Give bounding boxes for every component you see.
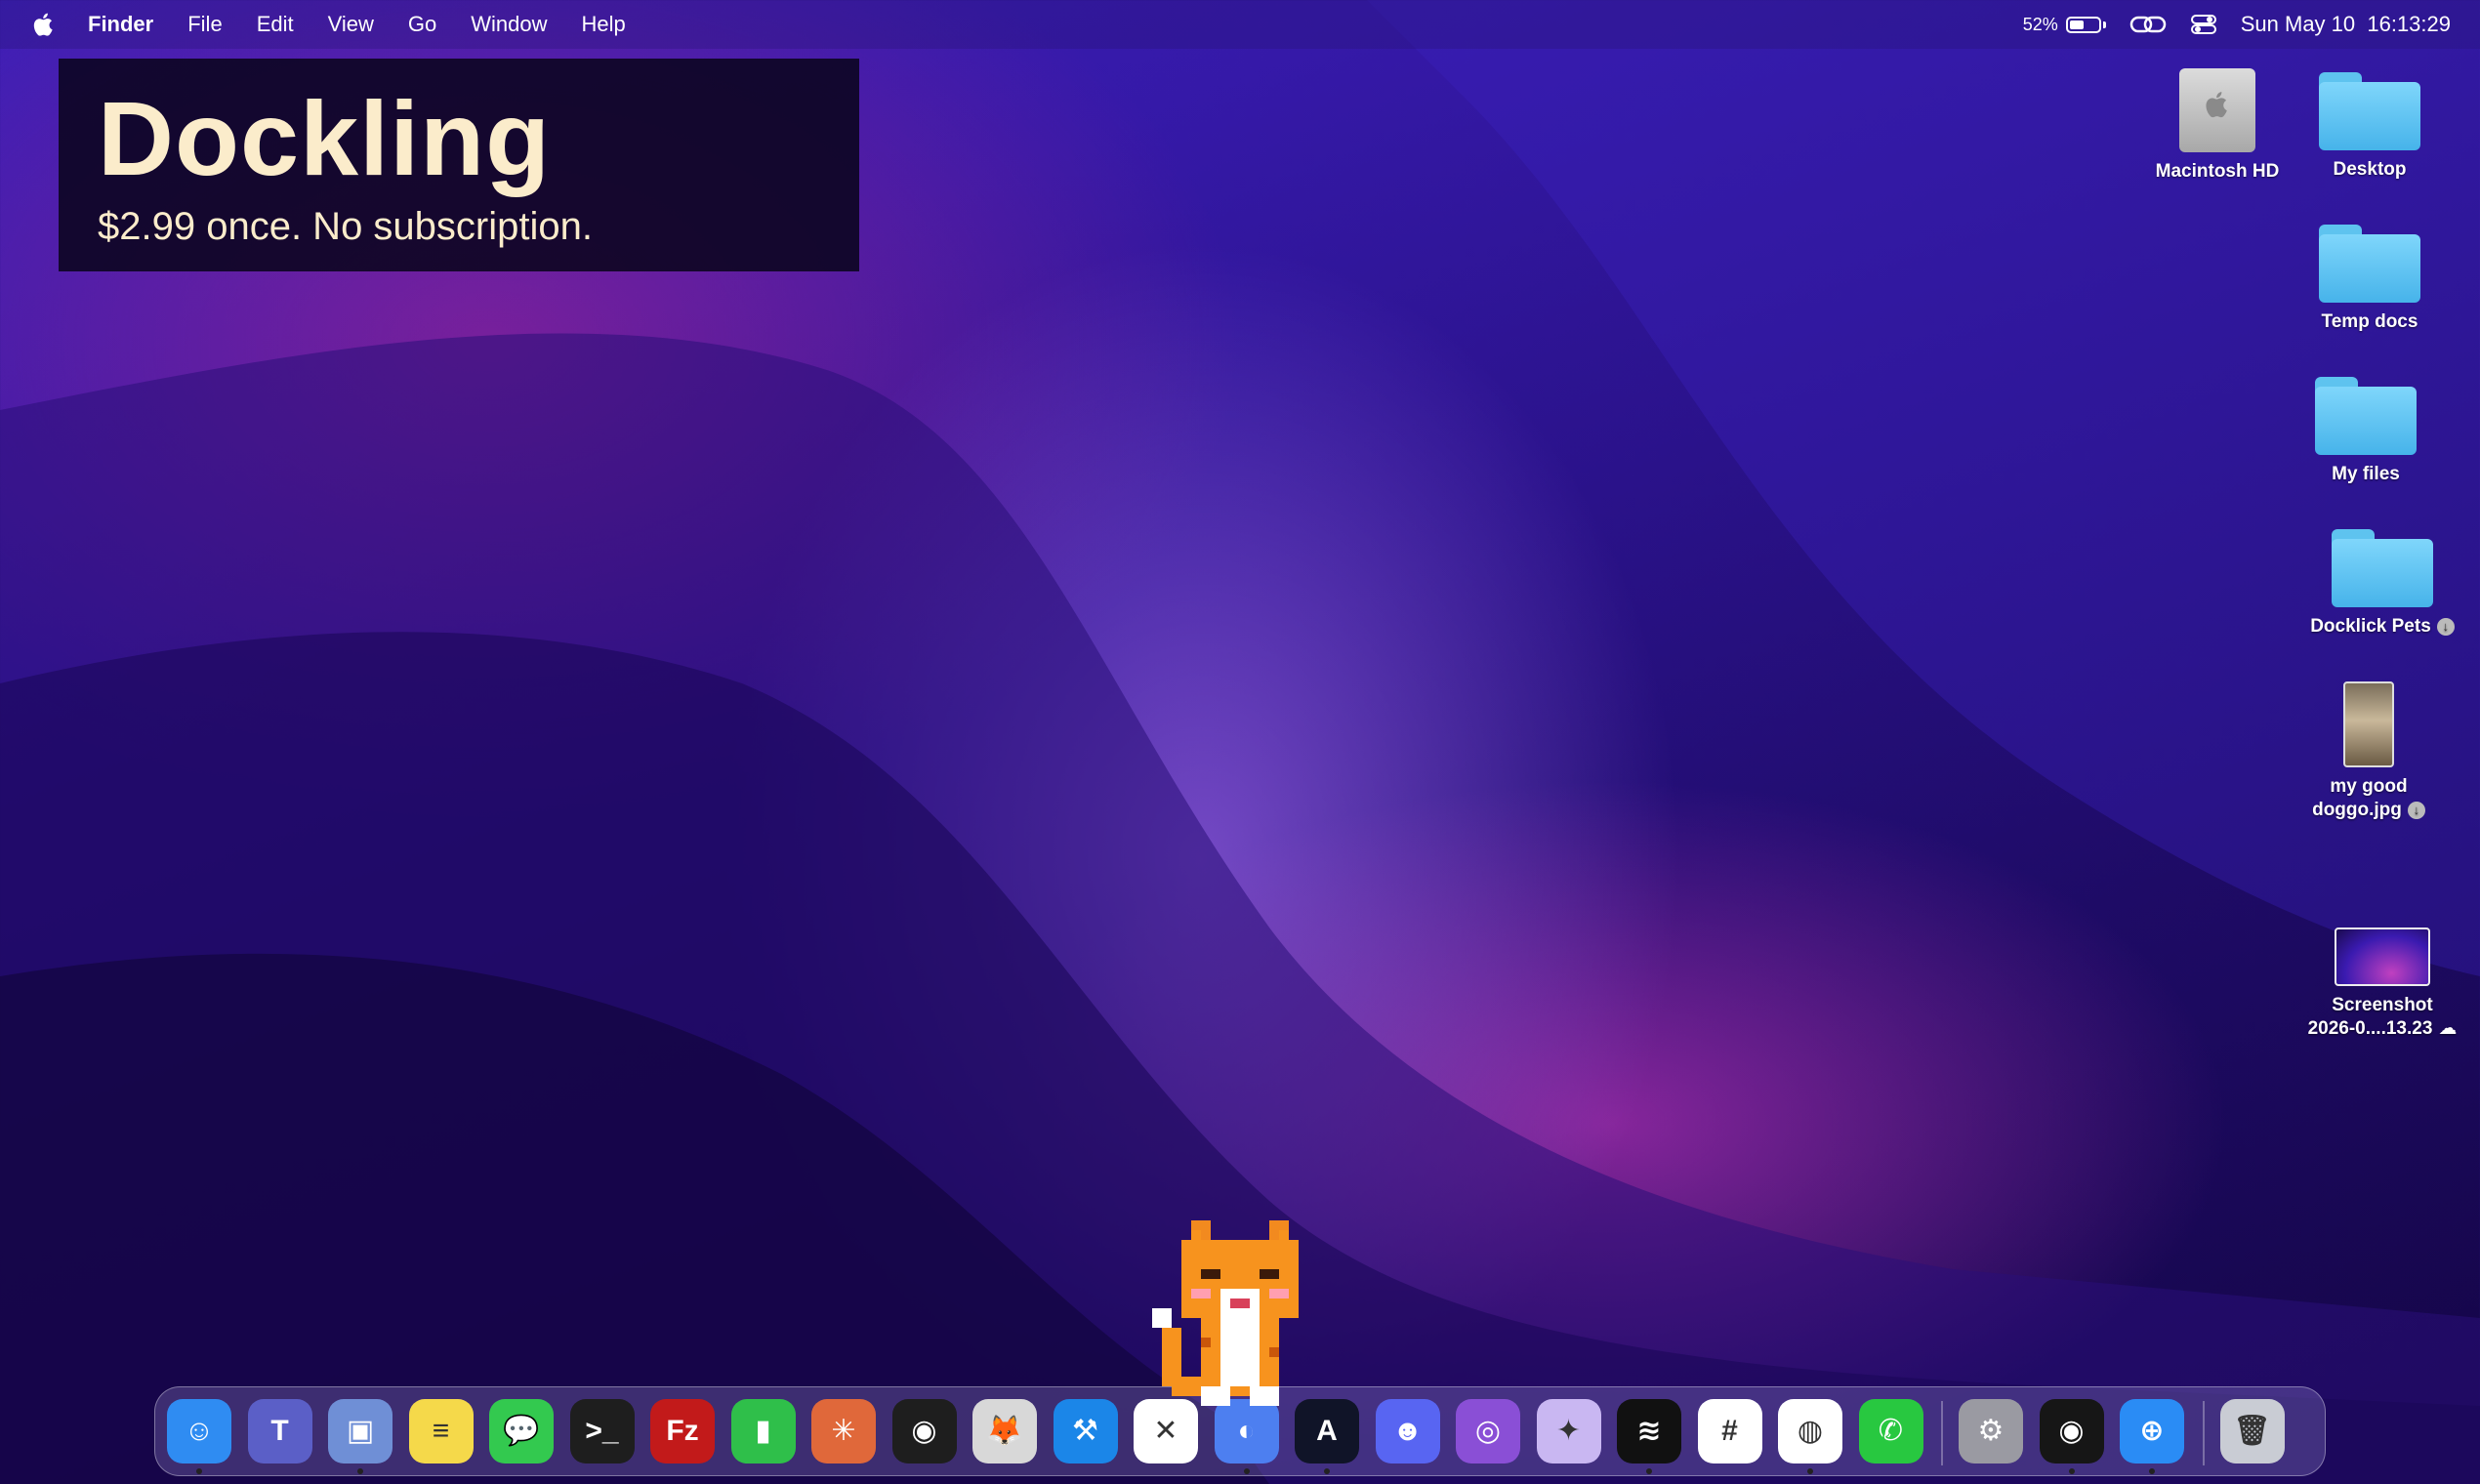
desktop-icon-label: My files bbox=[2332, 464, 2400, 484]
hard-drive-icon bbox=[2179, 68, 2255, 152]
battery-status[interactable]: 52% bbox=[2023, 15, 2106, 35]
folder-icon bbox=[2315, 377, 2417, 455]
numbers-app-icon[interactable]: ▮ bbox=[730, 1399, 796, 1463]
dock-app-glyph: ◍ bbox=[1797, 1415, 1824, 1447]
desktop-icon-label: Temp docs bbox=[2321, 311, 2418, 332]
teams-app-icon[interactable]: T bbox=[247, 1399, 312, 1463]
desktop-icon-desktop[interactable]: Desktop bbox=[2277, 72, 2462, 182]
dock-app-glyph: ▣ bbox=[346, 1415, 375, 1447]
promo-banner: Dockling $2.99 once. No subscription. bbox=[59, 59, 859, 271]
desktop-icon-label: Docklick Pets bbox=[2310, 616, 2431, 637]
dock-app-glyph: ≋ bbox=[1636, 1415, 1662, 1447]
dock-app-glyph: Fz bbox=[666, 1415, 699, 1447]
dock-app-glyph: 💬 bbox=[503, 1415, 540, 1447]
photo-thumbnail bbox=[2343, 681, 2394, 767]
dock-app-glyph: T bbox=[270, 1415, 289, 1447]
desktop-icon-label-line2: 2026-0....13.23 bbox=[2307, 1018, 2433, 1039]
dock-app-glyph: ☺ bbox=[184, 1415, 215, 1447]
xcode-app-icon[interactable]: ⚒ bbox=[1053, 1399, 1118, 1463]
running-indicator bbox=[196, 1468, 202, 1474]
terminal-app-icon[interactable]: >_ bbox=[569, 1399, 635, 1463]
trash-icon[interactable]: 🗑 bbox=[2219, 1399, 2285, 1463]
claude-app-icon[interactable]: ✳ bbox=[811, 1399, 876, 1463]
github-app-icon[interactable]: ◎ bbox=[1456, 1399, 1520, 1463]
running-indicator bbox=[1646, 1468, 1652, 1474]
battery-icon bbox=[2065, 16, 2101, 33]
desktop-icon-screenshot[interactable]: Screenshot 2026-0....13.23 ☁ bbox=[2275, 928, 2480, 1041]
running-indicator bbox=[1243, 1468, 1250, 1474]
whatsapp-app-icon[interactable]: ✆ bbox=[1858, 1399, 1923, 1463]
control-center-icon[interactable] bbox=[2190, 13, 2217, 36]
screenshot-thumbnail bbox=[2335, 928, 2430, 986]
running-indicator bbox=[2068, 1468, 2075, 1474]
apple-menu-icon[interactable] bbox=[29, 10, 59, 39]
menu-go[interactable]: Go bbox=[408, 12, 436, 37]
notes-app-icon[interactable]: ≡ bbox=[408, 1399, 474, 1463]
desktop-icon-label-line1: Screenshot bbox=[2332, 995, 2433, 1015]
creative-app-icon[interactable]: ✦ bbox=[1536, 1399, 1601, 1463]
dock-app-glyph: ⊕ bbox=[2139, 1415, 2165, 1447]
dock-app-glyph: 🦊 bbox=[986, 1415, 1023, 1447]
safari-app-icon[interactable]: ⊕ bbox=[2120, 1399, 2184, 1463]
system-settings-app-icon[interactable]: ⚙ bbox=[1959, 1399, 2023, 1463]
desktop-icon-doggo-jpg[interactable]: my good doggo.jpg ↓ bbox=[2271, 681, 2466, 822]
finder-app-icon[interactable]: ☺ bbox=[167, 1399, 231, 1463]
menu-help[interactable]: Help bbox=[582, 12, 626, 37]
messages-app-icon[interactable]: 💬 bbox=[489, 1399, 554, 1463]
cloud-download-icon: ↓ bbox=[2407, 801, 2425, 819]
desktop-icon-label: my good doggo.jpg bbox=[2312, 776, 2408, 820]
promo-subtitle: $2.99 once. No subscription. bbox=[98, 205, 593, 248]
dock-app-glyph: ✦ bbox=[1555, 1415, 1582, 1447]
dock-app-glyph: ◉ bbox=[911, 1415, 937, 1447]
dock-separator bbox=[2202, 1401, 2205, 1465]
desktop-icon-my-files[interactable]: My files bbox=[2273, 377, 2459, 486]
clock[interactable]: Sun May 10 16:13:29 bbox=[2241, 12, 2451, 37]
menu-bar: Finder File Edit View Go Window Help 52%… bbox=[0, 0, 2480, 49]
battery-percent: 52% bbox=[2022, 14, 2058, 34]
dock-app-glyph: >_ bbox=[585, 1415, 619, 1447]
dock-app-glyph: ✆ bbox=[1878, 1415, 1904, 1447]
cat-pet-icon[interactable] bbox=[1142, 1201, 1338, 1416]
folder-icon bbox=[2319, 72, 2420, 150]
menu-view[interactable]: View bbox=[328, 12, 374, 37]
cloud-download-icon: ↓ bbox=[2436, 617, 2455, 636]
figma-app-icon[interactable]: ◉ bbox=[891, 1399, 957, 1463]
dock-app-glyph: ≡ bbox=[432, 1415, 450, 1447]
slack-app-icon[interactable]: # bbox=[1697, 1399, 1762, 1463]
cloud-icon: ☁ bbox=[2438, 1018, 2458, 1039]
running-indicator bbox=[1324, 1468, 1330, 1474]
menu-window[interactable]: Window bbox=[471, 12, 547, 37]
dock-app-glyph: 🗑 bbox=[2233, 1415, 2271, 1447]
desktop-icon-docklick-pets[interactable]: Docklick Pets ↓ bbox=[2275, 529, 2480, 639]
dock-app-glyph: ✳ bbox=[831, 1415, 856, 1447]
promo-title: Dockling bbox=[98, 79, 552, 197]
menu-edit[interactable]: Edit bbox=[257, 12, 294, 37]
dock-app-glyph: ⚒ bbox=[1072, 1415, 1098, 1447]
storage-app-icon[interactable]: ▣ bbox=[328, 1399, 393, 1463]
menu-app-name[interactable]: Finder bbox=[88, 12, 153, 37]
folder-icon bbox=[2319, 225, 2420, 303]
desktop-icon-temp-docs[interactable]: Temp docs bbox=[2277, 225, 2462, 334]
desktop-icon-label: Desktop bbox=[2333, 159, 2407, 180]
running-indicator bbox=[357, 1468, 363, 1474]
dock-app-glyph: ⚙ bbox=[1977, 1415, 2005, 1447]
menu-file[interactable]: File bbox=[187, 12, 222, 37]
link-icon[interactable] bbox=[2129, 13, 2167, 36]
running-indicator bbox=[2149, 1468, 2155, 1474]
dock-app-glyph: ☻ bbox=[1391, 1415, 1424, 1447]
lens-app-icon[interactable]: ◉ bbox=[2039, 1399, 2104, 1463]
dock-app-glyph: # bbox=[1721, 1415, 1738, 1447]
dock-app-glyph: ▮ bbox=[755, 1415, 771, 1447]
folder-icon bbox=[2332, 529, 2433, 607]
filezilla-app-icon[interactable]: Fz bbox=[650, 1399, 715, 1463]
chrome-app-icon[interactable]: ◍ bbox=[1778, 1399, 1842, 1463]
status-area: 52% Sun May 10 16:13:29 bbox=[2023, 0, 2451, 49]
spotify-app-icon[interactable]: ≋ bbox=[1617, 1399, 1681, 1463]
running-indicator bbox=[1807, 1468, 1813, 1474]
dock-separator bbox=[1941, 1401, 1943, 1465]
dock-app-glyph: ◉ bbox=[2058, 1415, 2085, 1447]
discord-app-icon[interactable]: ☻ bbox=[1375, 1399, 1440, 1463]
dock-app-glyph: ◎ bbox=[1474, 1415, 1502, 1447]
red-panda-app-icon[interactable]: 🦊 bbox=[972, 1399, 1037, 1463]
